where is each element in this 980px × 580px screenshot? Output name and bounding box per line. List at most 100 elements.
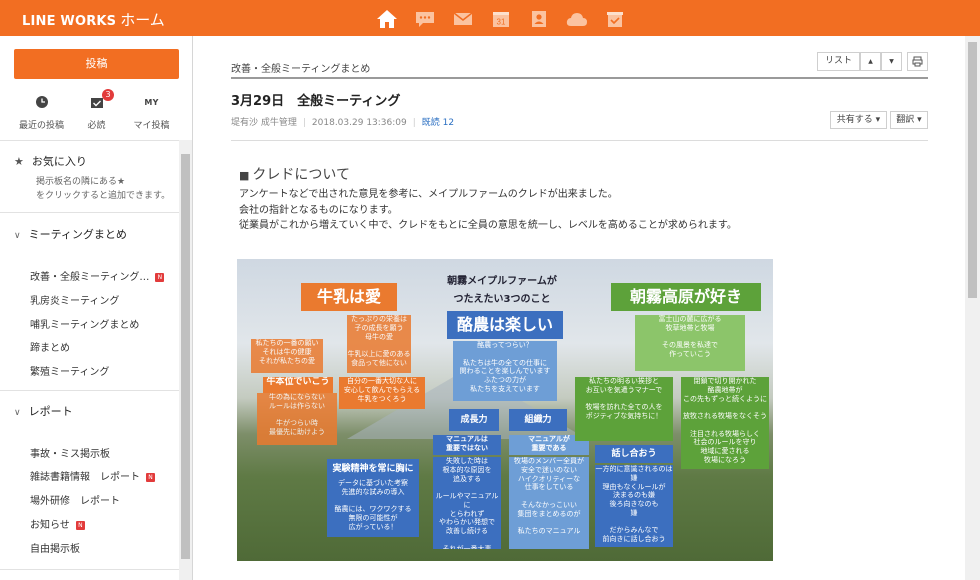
sidebar-item[interactable]: 事故・ミス掲示板: [30, 445, 110, 460]
sidebar-item[interactable]: 改善・全般ミーティング… N: [30, 268, 165, 283]
print-button[interactable]: [907, 52, 928, 71]
section-title: ■ クレドについて: [239, 164, 350, 184]
poster-title: 朝霧メイプルファームが つたえたい3つのこと: [407, 273, 597, 309]
recent-posts-label: 最近の投稿: [18, 121, 64, 131]
poster-box: 酪農ってつらい？ 私たちは牛の全ての仕事に 関わることを楽しんでいます ふたつの…: [453, 341, 557, 401]
print-icon: [912, 56, 923, 67]
app-brand[interactable]: LINE WORKS ホーム: [22, 9, 165, 30]
favorites-title: お気に入り: [31, 155, 87, 168]
divider: [231, 77, 928, 79]
poster-subhead-growth: 成長力: [449, 409, 499, 431]
section-title-text: クレドについて: [252, 167, 350, 183]
sidebar-item-label: 自由掲示板: [30, 544, 80, 555]
sidebar-item-label: 事故・ミス掲示板: [30, 449, 110, 460]
talk-icon[interactable]: [406, 6, 444, 32]
sidebar-item[interactable]: 雑誌書籍情報 レポート N: [30, 468, 155, 483]
sidebar-item-label: 雑誌書籍情報 レポート: [30, 472, 140, 483]
poster-box: 牧場のメンバー全員が 安全で迷いのない ハイクオリティーな 仕事をしている そん…: [509, 457, 589, 549]
sidebar-item-label: 場外研修 レポート: [30, 496, 120, 507]
my-icon: MY: [124, 92, 179, 112]
app-nav: 31: [368, 6, 634, 32]
mail-icon[interactable]: [444, 6, 482, 32]
group-title: ミーティングまとめ: [28, 228, 127, 241]
poster-head-asagiri: 朝霧高原が好き: [611, 283, 761, 311]
poster-box: 私たちの明るい挨拶と お互いを気遣うマナーで 牧場を訪れた全ての人を ポジティブ…: [575, 377, 673, 441]
drive-icon[interactable]: [558, 6, 596, 32]
calendar-icon[interactable]: 31: [482, 6, 520, 32]
translate-button[interactable]: 翻訳 ▾: [890, 111, 928, 129]
sidebar-item[interactable]: 乳房炎ミーティング: [30, 292, 119, 307]
star-icon: ★: [14, 155, 24, 168]
home-icon[interactable]: [368, 6, 406, 32]
divider: [0, 212, 179, 213]
breadcrumb[interactable]: 改善・全般ミーティングまとめ: [231, 60, 370, 75]
sidebar-item[interactable]: 場外研修 レポート: [30, 492, 120, 507]
chevron-down-icon: ∨: [14, 408, 21, 418]
sidebar-item[interactable]: 蹄まとめ: [30, 339, 70, 354]
poster-box: 一方的に意識されるのは 嫌 理由もなくルールが 決まるのも嫌 後ろ向きなのも 嫌…: [595, 465, 673, 547]
divider: [0, 390, 179, 391]
poster-box: 私たちの一番の願い それは牛の健康 それが私たちの愛: [251, 339, 323, 373]
main-scrollbar[interactable]: [965, 36, 980, 580]
must-read-label: 必読: [87, 121, 106, 131]
poster-head-milk: 牛乳は愛: [301, 283, 397, 311]
favorites-help-line: をクリックすると追加できます。: [36, 191, 171, 201]
sidebar-item[interactable]: お知らせ N: [30, 516, 85, 531]
top-bar: LINE WORKS ホーム 31: [0, 0, 980, 36]
read-label: 既読: [421, 118, 440, 128]
sidebar-item[interactable]: 繁殖ミーティング: [30, 363, 109, 378]
read-count: 12: [442, 118, 455, 128]
post-meta: 堤有沙 成牛管理 | 2018.03.29 13:36:09 | 既読 12: [231, 118, 455, 128]
scrollbar-thumb[interactable]: [968, 42, 977, 298]
sidebar-item-label: お知らせ: [30, 520, 70, 531]
sidebar-item-label: 哺乳ミーティングまとめ: [30, 320, 140, 331]
post-datetime: 2018.03.29 13:36:09: [311, 118, 407, 128]
group-title: レポート: [28, 405, 73, 418]
brand-logo: LINE WORKS: [22, 14, 117, 29]
poster-subhead-talk: 話し合おう: [595, 445, 673, 463]
must-read-button[interactable]: 3 必読: [69, 89, 124, 136]
new-badge: N: [155, 273, 165, 282]
post-author[interactable]: 堤有沙 成牛管理: [231, 118, 297, 128]
my-posts-button[interactable]: MY マイ投稿: [124, 92, 179, 136]
prev-post-button[interactable]: ▲: [860, 52, 881, 71]
poster-box: 自分の一番大切な人に 安心して飲んでもらえる 牛乳をつくろう: [339, 377, 425, 409]
poster-box: 牛本位でいこう: [263, 377, 333, 393]
board-icon[interactable]: [596, 6, 634, 32]
my-icon-glyph: MY: [144, 97, 159, 107]
post-title: 3月29日 全般ミーティング: [231, 94, 401, 109]
recent-posts-button[interactable]: 最近の投稿: [14, 92, 69, 136]
calendar-day: 31: [497, 18, 506, 27]
poster-box: たっぷりの栄養は 子の成長を願う 母牛の愛 牛乳以上に愛のある 食品って他にない: [347, 315, 411, 373]
square-bullet-icon: ■: [239, 169, 250, 182]
group-header-reports[interactable]: ∨ レポート: [14, 403, 73, 419]
body-text: 従業員がこれから増えていく中で、クレドをもとに全員の意思を統一し、レベルを高める…: [239, 220, 737, 231]
favorites-help-line: 掲示板名の隣にある★: [36, 177, 126, 187]
poster-head-dairy: 酪農は楽しい: [447, 311, 563, 339]
divider: [0, 569, 179, 570]
poster-box: マニュアルは 重要ではない: [433, 435, 501, 455]
credo-poster-image[interactable]: 朝霧メイプルファームが つたえたい3つのこと 牛乳は愛 酪農は楽しい 朝霧高原が…: [237, 259, 773, 561]
sidebar-item-label: 乳房炎ミーティング: [30, 296, 120, 307]
poster-box: 富士山の麓に広がる 牧草地帯と牧場 その風景を私達で 作っていこう: [635, 315, 745, 371]
sidebar: 投稿 最近の投稿 3 必読 MY マイ投稿 ★ お気に入り 掲示板名の隣にある★ …: [0, 36, 193, 580]
body-text: アンケートなどで出された意見を参考に、メイプルファームのクレドが出来ました。: [239, 189, 618, 200]
next-post-button[interactable]: ▼: [881, 52, 902, 71]
group-header-meetings[interactable]: ∨ ミーティングまとめ: [14, 226, 127, 242]
sidebar-item[interactable]: 哺乳ミーティングまとめ: [30, 316, 139, 331]
favorites-header[interactable]: ★ お気に入り: [14, 153, 87, 169]
my-posts-label: マイ投稿: [133, 121, 170, 131]
sidebar-item[interactable]: 自由掲示板: [30, 540, 80, 555]
favorites-help: 掲示板名の隣にある★ をクリックすると追加できます。: [36, 175, 170, 203]
scrollbar-thumb[interactable]: [181, 154, 190, 559]
list-button[interactable]: リスト: [817, 52, 860, 71]
divider: [231, 140, 928, 141]
contacts-icon[interactable]: [520, 6, 558, 32]
new-badge: N: [146, 473, 155, 482]
sidebar-scrollbar[interactable]: [179, 140, 192, 580]
sidebar-item-label: 改善・全般ミーティング…: [30, 272, 150, 283]
poster-title-line: つたえたい3つのこと: [453, 294, 551, 305]
post-button[interactable]: 投稿: [14, 49, 179, 79]
share-button[interactable]: 共有する ▾: [830, 111, 887, 129]
read-count-link[interactable]: 既読 12: [422, 118, 454, 128]
